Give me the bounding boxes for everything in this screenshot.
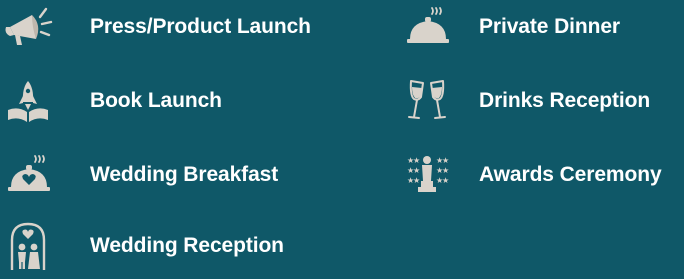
megaphone-icon (2, 3, 54, 51)
event-label: Drinks Reception (479, 89, 651, 112)
svg-text:★: ★ (442, 176, 449, 185)
event-item-drinks-reception: Drinks Reception (401, 77, 650, 125)
svg-text:★: ★ (442, 166, 449, 175)
heart-cloche-icon (2, 151, 54, 199)
event-label: Private Dinner (479, 15, 620, 38)
svg-text:★: ★ (413, 156, 420, 165)
event-item-awards-ceremony: ★ ★ ★ ★ ★ ★ ★ ★ ★ ★ ★ ★ Awards Ceremony (401, 151, 662, 199)
svg-text:★: ★ (413, 176, 420, 185)
event-types-grid: Press/Product Launch Private Dinner Book… (0, 0, 684, 279)
event-item-wedding-reception: Wedding Reception (2, 222, 284, 270)
event-item-private-dinner: Private Dinner (401, 3, 620, 51)
svg-text:★: ★ (442, 156, 449, 165)
event-label: Wedding Breakfast (90, 163, 279, 186)
event-item-press-launch: Press/Product Launch (2, 3, 311, 51)
couple-arch-icon (2, 222, 54, 270)
event-item-wedding-breakfast: Wedding Breakfast (2, 151, 278, 199)
event-label: Awards Ceremony (479, 163, 662, 186)
event-label: Wedding Reception (90, 234, 284, 257)
rocket-book-icon (2, 77, 54, 125)
trophy-stars-icon: ★ ★ ★ ★ ★ ★ ★ ★ ★ ★ ★ ★ (401, 151, 453, 199)
event-label: Book Launch (90, 89, 222, 112)
champagne-glasses-icon (401, 77, 453, 125)
svg-text:★: ★ (413, 166, 420, 175)
event-label: Press/Product Launch (90, 15, 311, 38)
event-item-book-launch: Book Launch (2, 77, 222, 125)
cloche-icon (401, 3, 453, 51)
